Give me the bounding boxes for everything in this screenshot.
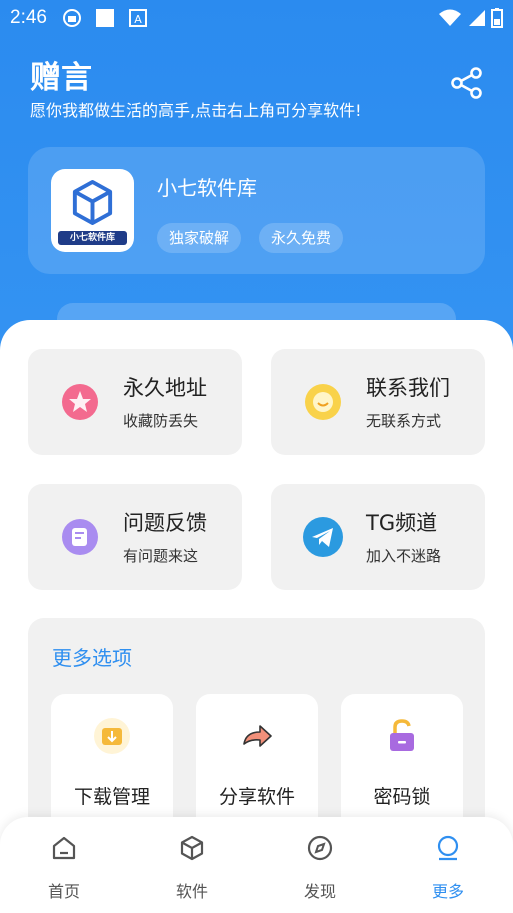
- wifi-icon: [439, 9, 461, 26]
- nav-label: 首页: [47, 882, 80, 901]
- telegram-icon: [303, 517, 343, 557]
- quick-link-subtitle: 有问题来这: [123, 547, 199, 565]
- more-icon: [437, 835, 459, 861]
- nav-home[interactable]: 首页: [0, 817, 128, 913]
- square-notification-icon: [96, 9, 114, 27]
- nav-label: 发现: [303, 882, 336, 901]
- chat-icon: [305, 384, 341, 420]
- profile-card: 小七软件库 小七软件库 独家破解 永久免费: [28, 147, 485, 274]
- option-label: 密码锁: [373, 786, 431, 808]
- quick-link-title: 永久地址: [123, 376, 207, 400]
- tag-exclusive: 独家破解: [157, 223, 242, 253]
- compass-icon: [307, 835, 333, 861]
- share-icon[interactable]: [450, 66, 484, 100]
- logo-label: 小七软件库: [58, 231, 127, 245]
- app-name: 小七软件库: [157, 176, 257, 200]
- quick-link-permanent-address[interactable]: 永久地址 收藏防丢失: [28, 349, 242, 455]
- quick-link-telegram[interactable]: TG频道 加入不迷路: [271, 484, 485, 590]
- header-background: 2:46 A 赠言 愿你我都做生活的高手,点击右上角可分享软件! 小七软件库 小…: [0, 0, 513, 360]
- more-options-title: 更多选项: [52, 646, 132, 670]
- cube-icon: [180, 835, 204, 861]
- share-arrow-icon: [243, 725, 272, 747]
- quick-link-subtitle: 加入不迷路: [366, 547, 442, 565]
- quick-link-title: TG频道: [366, 511, 438, 535]
- cube-logo-icon: [72, 179, 113, 226]
- battery-icon: [491, 8, 503, 28]
- svg-text:A: A: [134, 13, 142, 26]
- quick-link-subtitle: 无联系方式: [366, 412, 442, 430]
- tag-free: 永久免费: [259, 223, 344, 253]
- android-debug-icon: [63, 9, 81, 27]
- star-icon: [62, 384, 98, 420]
- nav-discover[interactable]: 发现: [256, 817, 384, 913]
- home-icon: [52, 836, 76, 860]
- status-time: 2:46: [10, 7, 47, 28]
- bottom-navigation: 首页 软件 发现 更多: [0, 817, 513, 913]
- lock-icon: [390, 719, 414, 751]
- quick-link-title: 问题反馈: [123, 511, 207, 535]
- option-label: 分享软件: [218, 786, 295, 808]
- quick-link-contact[interactable]: 联系我们 无联系方式: [271, 349, 485, 455]
- quick-link-subtitle: 收藏防丢失: [123, 412, 199, 430]
- app-logo: 小七软件库: [51, 169, 134, 252]
- download-folder-icon: [94, 718, 130, 754]
- nav-label: 软件: [175, 882, 208, 901]
- nav-more[interactable]: 更多: [384, 817, 512, 913]
- signal-icon: [469, 10, 485, 26]
- nav-software[interactable]: 软件: [128, 817, 256, 913]
- quick-link-title: 联系我们: [366, 376, 450, 400]
- quick-link-feedback[interactable]: 问题反馈 有问题来这: [28, 484, 242, 590]
- keyboard-a-icon: A: [129, 9, 147, 27]
- status-bar: 2:46 A: [0, 0, 513, 36]
- nav-label: 更多: [431, 882, 464, 901]
- page-title: 赠言: [30, 60, 92, 96]
- feedback-icon: [62, 519, 98, 555]
- option-label: 下载管理: [73, 786, 150, 808]
- page-subtitle: 愿你我都做生活的高手,点击右上角可分享软件!: [30, 101, 362, 120]
